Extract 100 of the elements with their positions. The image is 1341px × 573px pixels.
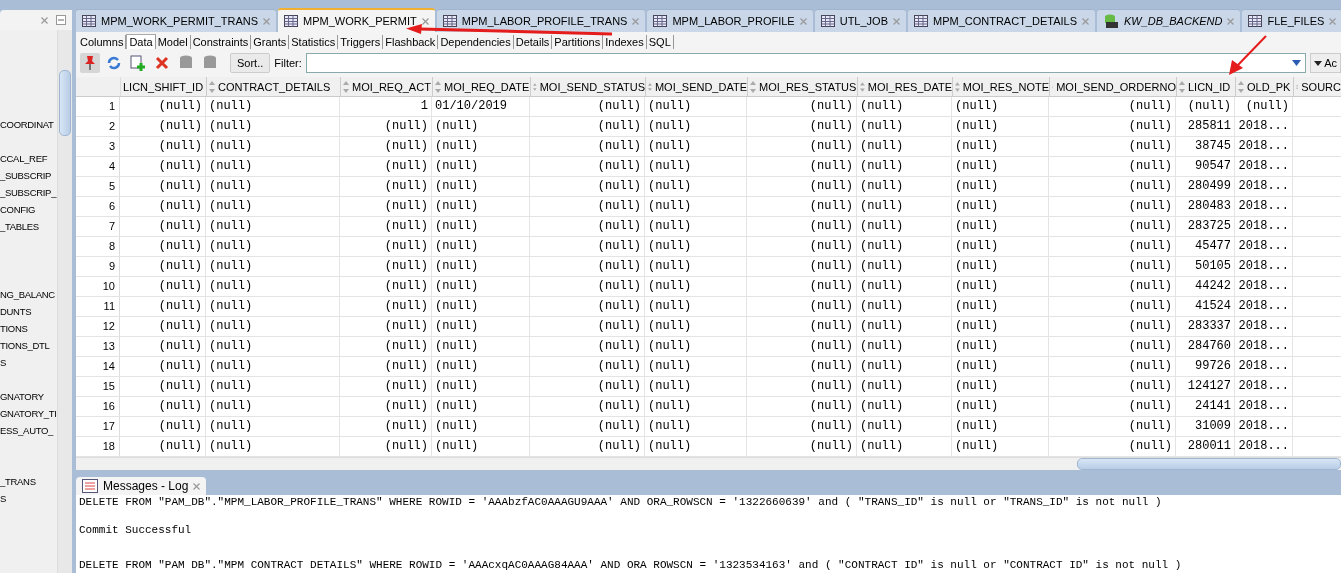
close-icon[interactable]: [799, 17, 807, 25]
sub-tab[interactable]: Triggers: [338, 34, 384, 49]
horizontal-scrollbar[interactable]: [76, 457, 1341, 470]
column-header[interactable]: MOI_SEND_ORDERNO: [1050, 77, 1177, 96]
editor-tab[interactable]: KW_DB_BACKEND: [1097, 9, 1241, 32]
row-number: 10: [76, 277, 120, 296]
table-cell: (null): [645, 137, 747, 156]
editor-tab[interactable]: MPM_CONTRACT_DETAILS: [908, 9, 1096, 32]
log-line: Commit Successful: [79, 523, 193, 537]
table-cell: (null): [432, 277, 530, 296]
close-icon[interactable]: [41, 16, 48, 24]
sub-tab[interactable]: Indexes: [603, 34, 647, 49]
editor-tab[interactable]: MPM_WORK_PERMIT_TRANS: [76, 9, 277, 32]
close-icon[interactable]: [193, 482, 201, 490]
column-header[interactable]: MOI_REQ_DATE: [433, 77, 531, 96]
table-cell: 2018...: [1235, 257, 1293, 276]
editor-tab[interactable]: FLE_FILES: [1242, 9, 1341, 32]
tree-item[interactable]: S: [0, 490, 7, 507]
table-cell: (null): [857, 157, 952, 176]
sub-tab[interactable]: Data: [126, 34, 156, 49]
tree-item[interactable]: DUNTS: [0, 303, 32, 320]
table-cell: (null): [340, 237, 432, 256]
add-row-icon[interactable]: [128, 53, 148, 73]
table-cell: 280483: [1176, 197, 1235, 216]
actions-button[interactable]: Ac: [1310, 53, 1341, 73]
tree-item[interactable]: _TABLES: [0, 218, 39, 235]
table-cell: 24141: [1176, 397, 1235, 416]
editor-tab[interactable]: MPM_LABOR_PROFILE_TRANS: [436, 9, 646, 32]
tree-item[interactable]: TIONS_DTL: [0, 337, 50, 354]
column-header[interactable]: MOI_REQ_ACT: [341, 77, 433, 96]
table-cell: (null): [952, 137, 1049, 156]
column-header[interactable]: MOI_RES_STATUS: [748, 77, 858, 96]
column-header[interactable]: MOI_SEND_DATE: [646, 77, 748, 96]
column-header[interactable]: CONTRACT_DETAILS: [207, 77, 341, 96]
sub-tab[interactable]: Statistics: [289, 34, 339, 49]
tree-item[interactable]: S: [0, 354, 7, 371]
sub-tab[interactable]: Grants: [251, 34, 290, 49]
close-icon[interactable]: [1082, 17, 1090, 25]
sub-tab[interactable]: Constraints: [190, 34, 252, 49]
sub-tab[interactable]: Details: [513, 34, 553, 49]
table-cell: (null): [645, 357, 747, 376]
table-cell: (null): [1049, 157, 1176, 176]
close-icon[interactable]: [1329, 17, 1337, 25]
tree-item[interactable]: _SUBSCRIP: [0, 167, 52, 184]
table-cell: (null): [747, 237, 857, 256]
column-header[interactable]: MOI_SEND_STATUS: [531, 77, 646, 96]
sub-tab[interactable]: Model: [155, 34, 191, 49]
tree-item[interactable]: CCAL_REF: [0, 150, 48, 167]
column-header[interactable]: SOURC: [1294, 77, 1341, 96]
tree-item[interactable]: CONFIG: [0, 201, 36, 218]
tree-item[interactable]: ESS_AUTO_: [0, 422, 54, 439]
tree-item[interactable]: GNATORY: [0, 388, 44, 405]
tree-item[interactable]: NG_BALANC: [0, 286, 55, 303]
table-cell: (null): [530, 117, 645, 136]
close-icon[interactable]: [1227, 17, 1235, 25]
tree-item[interactable]: TIONS: [0, 320, 28, 337]
column-header[interactable]: MOI_RES_DATE: [858, 77, 953, 96]
table-cell: 90547: [1176, 157, 1235, 176]
table-cell: (null): [1049, 397, 1176, 416]
pin-icon[interactable]: [80, 53, 100, 73]
tree-item[interactable]: GNATORY_TI: [0, 405, 57, 422]
filter-field[interactable]: [305, 53, 1307, 73]
log-tab[interactable]: Messages - Log: [76, 477, 207, 495]
table-cell: (null): [120, 397, 206, 416]
dropdown-arrow-icon[interactable]: [1292, 60, 1302, 66]
editor-tab[interactable]: MPM_LABOR_PROFILE: [647, 9, 813, 32]
column-header[interactable]: OLD_PK: [1236, 77, 1294, 96]
close-icon[interactable]: [632, 17, 640, 25]
sub-tab[interactable]: SQL: [646, 34, 674, 49]
sub-tab[interactable]: Partitions: [552, 34, 604, 49]
table-cell: (null): [747, 277, 857, 296]
column-header[interactable]: LICN_ID: [1177, 77, 1236, 96]
tree-item[interactable]: COORDINAT: [0, 116, 54, 133]
tree-item[interactable]: _TRANS: [0, 473, 36, 490]
close-icon[interactable]: [263, 17, 271, 25]
close-icon[interactable]: [893, 17, 900, 25]
sort-icon: [343, 80, 349, 93]
tree-item[interactable]: _SUBSCRIP_: [0, 184, 57, 201]
table-cell: (null): [120, 217, 206, 236]
editor-tab[interactable]: MPM_WORK_PERMIT: [278, 8, 435, 32]
table-cell: (null): [1049, 277, 1176, 296]
table-cell: (null): [432, 257, 530, 276]
table-cell: (null): [747, 417, 857, 436]
close-icon[interactable]: [421, 17, 429, 25]
sub-tab[interactable]: Flashback: [383, 34, 439, 49]
sort-icon: [750, 80, 756, 93]
table-cell: 38745: [1176, 137, 1235, 156]
table-cell: (null): [206, 197, 340, 216]
table-cell: (null): [340, 157, 432, 176]
sub-tab[interactable]: Dependencies: [438, 34, 514, 49]
sort-button[interactable]: Sort..: [230, 53, 271, 73]
table-cell: (null): [747, 317, 857, 336]
column-header[interactable]: MOI_RES_NOTE: [953, 77, 1050, 96]
column-header[interactable]: LICN_SHIFT_ID: [121, 77, 207, 96]
row-number: 11: [76, 297, 120, 316]
vertical-scrollbar[interactable]: [57, 30, 72, 573]
table-cell: (null): [952, 337, 1049, 356]
table-cell: (null): [120, 377, 206, 396]
minimize-icon[interactable]: [56, 15, 66, 25]
editor-tab[interactable]: UTL_JOB: [814, 9, 906, 32]
